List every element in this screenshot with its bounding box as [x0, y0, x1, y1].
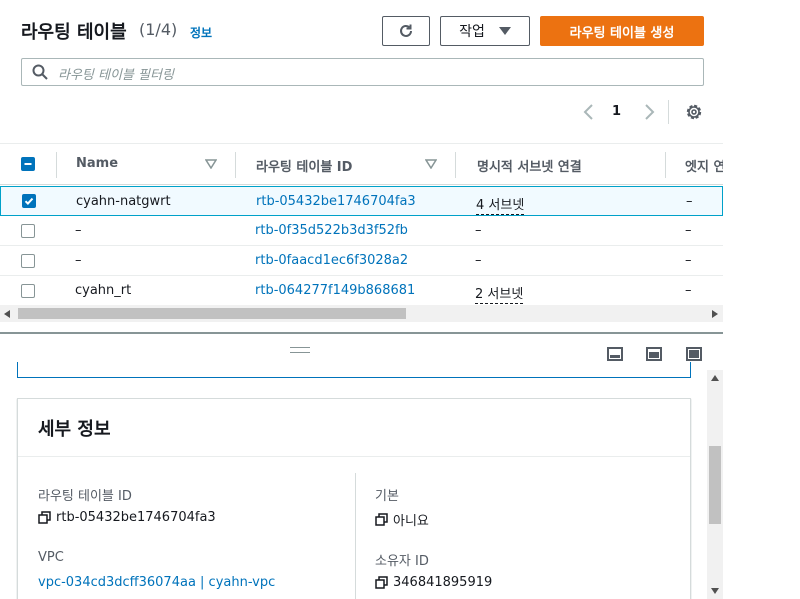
panel-bottom-icon[interactable] [607, 347, 623, 361]
row-checkbox[interactable] [22, 194, 36, 208]
main-value: 아니요 [375, 510, 429, 529]
drag-handle-icon[interactable] [290, 347, 310, 353]
table-row[interactable]: cyahn_rt rtb-064277f149b868681 2 서브넷 – [0, 276, 723, 306]
column-header-route-table-id[interactable]: 라우팅 테이블 ID [256, 156, 352, 175]
vertical-scroll-thumb[interactable] [709, 446, 721, 524]
copy-icon[interactable] [38, 511, 51, 524]
row-name: cyahn_rt [75, 283, 132, 298]
route-table-id-link[interactable]: rtb-0faacd1ec6f3028a2 [255, 253, 408, 268]
previous-card-edge [17, 362, 691, 378]
filter-search-box[interactable]: 라우팅 테이블 필터링 [21, 58, 704, 86]
pagination-divider [668, 100, 669, 124]
sort-caret-icon[interactable] [425, 159, 437, 169]
route-table-id-value: rtb-05432be1746704fa3 [38, 510, 216, 525]
subnet-associations-popover[interactable]: 4 서브넷 [476, 198, 525, 215]
owner-id-value: 346841895919 [375, 575, 492, 590]
info-link[interactable]: 정보 [190, 24, 212, 41]
scroll-left-icon[interactable] [4, 310, 10, 318]
refresh-icon [400, 24, 412, 37]
edge-associations: – [685, 283, 692, 298]
page-number[interactable]: 1 [612, 104, 621, 119]
column-header-name[interactable]: Name [76, 156, 118, 171]
selection-count: (1/4) [139, 20, 178, 39]
route-table-id-link[interactable]: rtb-0f35d522b3d3f52fb [255, 223, 408, 238]
caret-down-icon [498, 27, 511, 35]
column-divider [355, 473, 356, 599]
scroll-up-icon[interactable] [711, 375, 719, 381]
column-divider [56, 152, 57, 178]
vertical-scrollbar[interactable] [707, 370, 723, 599]
table-row[interactable]: cyahn-natgwrt rtb-05432be1746704fa3 4 서브… [0, 186, 723, 216]
copy-icon[interactable] [375, 576, 388, 589]
subnet-associations-popover[interactable]: 2 서브넷 [475, 287, 524, 304]
edge-associations: – [686, 194, 693, 209]
column-header-edge[interactable]: 엣지 연 [685, 156, 723, 175]
indeterminate-icon [24, 163, 32, 165]
row-name: – [75, 253, 82, 268]
table-row[interactable]: – rtb-0f35d522b3d3f52fb – – [0, 216, 723, 246]
column-header-explicit-subnets[interactable]: 명시적 서브넷 연결 [477, 156, 582, 175]
refresh-button[interactable] [382, 16, 430, 46]
owner-id-label: 소유자 ID [375, 554, 429, 569]
horizontal-scroll-thumb[interactable] [18, 308, 406, 319]
route-table-id-text: rtb-05432be1746704fa3 [56, 510, 216, 525]
scroll-right-icon[interactable] [712, 310, 718, 318]
route-table-id-link[interactable]: rtb-064277f149b868681 [255, 283, 415, 298]
split-panel-divider [0, 332, 723, 334]
gear-icon[interactable] [684, 102, 704, 122]
vpc-link[interactable]: vpc-034cd3dcff36074aa | cyahn-vpc [38, 575, 275, 590]
column-divider [665, 152, 666, 178]
chevron-right-icon[interactable] [640, 102, 658, 122]
row-name: – [75, 223, 82, 238]
main-label: 기본 [375, 489, 399, 504]
subnet-associations: – [475, 253, 482, 268]
row-name: cyahn-natgwrt [76, 194, 171, 209]
select-all-checkbox[interactable] [21, 157, 35, 171]
main-text: 아니요 [393, 514, 429, 529]
route-tables-page: 라우팅 테이블 (1/4) 정보 작업 라우팅 테이블 생성 라우팅 테이블 필… [0, 0, 723, 599]
row-checkbox[interactable] [21, 284, 35, 298]
vpc-label: VPC [38, 550, 64, 565]
subnet-associations: – [475, 223, 482, 238]
owner-id-text: 346841895919 [393, 575, 493, 590]
scroll-down-icon[interactable] [711, 588, 719, 594]
horizontal-scrollbar[interactable] [0, 305, 723, 322]
copy-icon[interactable] [375, 513, 388, 526]
edge-associations: – [685, 223, 692, 238]
details-title: 세부 정보 [38, 419, 111, 440]
panel-full-icon[interactable] [686, 347, 702, 361]
column-divider [235, 152, 236, 178]
create-route-table-button[interactable]: 라우팅 테이블 생성 [540, 16, 704, 46]
table-row[interactable]: – rtb-0faacd1ec6f3028a2 – – [0, 246, 723, 276]
sort-caret-icon[interactable] [205, 159, 217, 169]
edge-associations: – [685, 253, 692, 268]
details-card-header: 세부 정보 [18, 399, 690, 457]
page-title: 라우팅 테이블 [21, 22, 127, 43]
search-icon [32, 64, 48, 80]
row-checkbox[interactable] [21, 254, 35, 268]
check-icon [24, 197, 34, 206]
chevron-left-icon[interactable] [580, 102, 598, 122]
route-table-id-link[interactable]: rtb-05432be1746704fa3 [256, 194, 416, 209]
panel-side-icon[interactable] [646, 347, 662, 361]
details-card: 세부 정보 라우팅 테이블 ID rtb-05432be1746704fa3 V… [17, 398, 691, 599]
column-divider [455, 152, 456, 178]
row-checkbox[interactable] [21, 224, 35, 238]
route-table-id-label: 라우팅 테이블 ID [38, 489, 132, 504]
actions-label: 작업 [459, 24, 485, 40]
search-input[interactable]: 라우팅 테이블 필터링 [58, 64, 174, 83]
table-header: Name 라우팅 테이블 ID 명시적 서브넷 연결 엣지 연 [0, 143, 723, 185]
actions-dropdown[interactable]: 작업 [440, 16, 530, 46]
